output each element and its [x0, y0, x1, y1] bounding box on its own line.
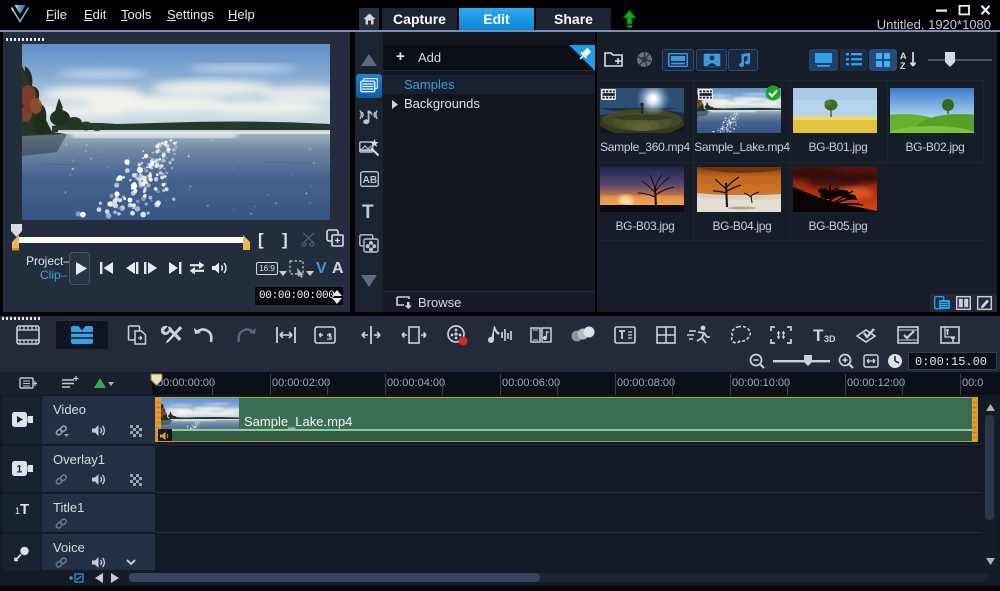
svg-text:T: T — [813, 326, 824, 345]
svg-text:Z: Z — [900, 61, 906, 70]
svg-text:1: 1 — [16, 464, 22, 476]
svg-text:AB: AB — [363, 175, 377, 186]
svg-text:A: A — [900, 51, 907, 61]
svg-text:3D: 3D — [824, 334, 836, 344]
